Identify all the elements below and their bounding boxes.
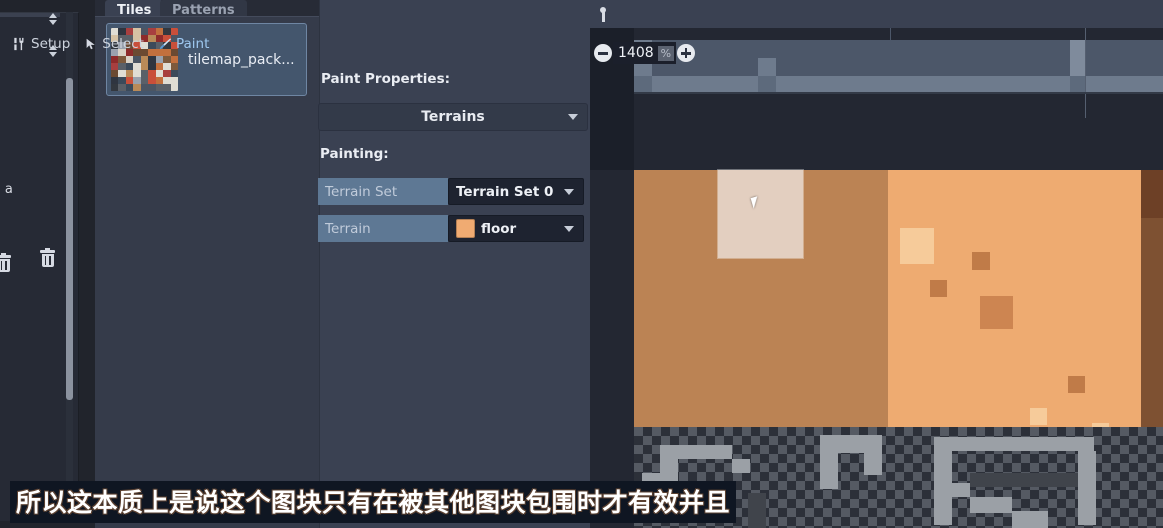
tileset-list-panel: tilemap_pack... [95,16,319,528]
tile-region-far-edge-top[interactable] [1141,170,1163,218]
godot-tilemap-editor-screenshot: s a Tiles Patterns tilemap_pack... [0,0,1163,528]
tilemap-viewport[interactable]: 1408 % [590,0,1163,528]
tile-grid-cell [634,76,652,92]
zoom-in-button[interactable] [677,44,696,62]
zoom-value-field[interactable]: 1408 % [613,42,677,64]
zoom-control: 1408 % [594,42,696,64]
terrain-value: floor [481,220,517,237]
tilemap-canvas[interactable] [590,28,1163,528]
viewport-toolbar [590,0,1163,28]
zoom-unit-label: % [657,45,675,61]
tile-region-right[interactable] [888,170,1141,427]
tile-grid-cell [1070,76,1086,92]
tile-grid-line [1085,28,1086,118]
tile-grid-cell [758,76,776,92]
tile-detail-square [900,228,934,264]
chevron-down-icon [564,188,574,195]
transparent-checker-area [634,427,1163,528]
tile-detail-square [1030,408,1047,425]
terrain-set-dropdown[interactable]: Terrain Set 0 [448,178,584,205]
terrain-key-label: Terrain [318,215,448,242]
left-scrollbar-thumb[interactable] [66,78,73,400]
terrain-set-key-label: Terrain Set [318,178,448,205]
paint-properties-label: Paint Properties: [321,71,451,87]
terrain-dropdown[interactable]: floor [448,215,584,242]
setup-icon [14,37,24,51]
chevron-down-icon [564,225,574,232]
zoom-out-button[interactable] [594,44,612,62]
zoom-value: 1408 [618,45,654,61]
cursor-icon [86,38,96,50]
tile-grid-line [890,28,891,40]
tile-detail-square [980,296,1013,329]
stepper-arrows-icon [46,12,60,26]
property-row-terrain-set: Terrain Set Terrain Set 0 [318,178,588,205]
tool-setup-button[interactable]: Setup [8,36,75,52]
tile-detail-square [972,252,990,270]
tool-paint-button[interactable]: Paint [153,36,214,52]
tile-grid-line [634,92,1163,94]
paint-mode-value: Terrains [421,109,485,125]
paint-mode-dropdown[interactable]: Terrains [318,103,588,131]
tool-select-button[interactable]: Select [79,36,149,52]
painting-label: Painting: [320,146,389,162]
chevron-down-icon [568,114,578,120]
tool-select-label: Select [102,36,144,52]
tool-mode-row: Setup Select Paint [0,32,271,56]
tile-detail-square [930,280,947,297]
tool-paint-label: Paint [175,36,210,52]
terrain-color-swatch [456,219,475,238]
tile-detail-square [1068,376,1085,393]
pin-icon[interactable] [599,7,607,22]
left-partial-panel: s a [0,0,95,528]
tool-setup-label: Setup [31,36,71,52]
dropdown-fragment[interactable]: s a [0,182,14,197]
property-row-terrain: Terrain floor [318,215,588,242]
delete-icon[interactable] [0,253,11,272]
terrain-set-value: Terrain Set 0 [456,183,554,200]
thumbnail-pixel [170,84,178,91]
delete-icon[interactable] [40,248,55,267]
brush-icon [159,38,172,50]
value-stepper[interactable] [46,12,60,26]
tile-hover-preview [718,170,803,258]
